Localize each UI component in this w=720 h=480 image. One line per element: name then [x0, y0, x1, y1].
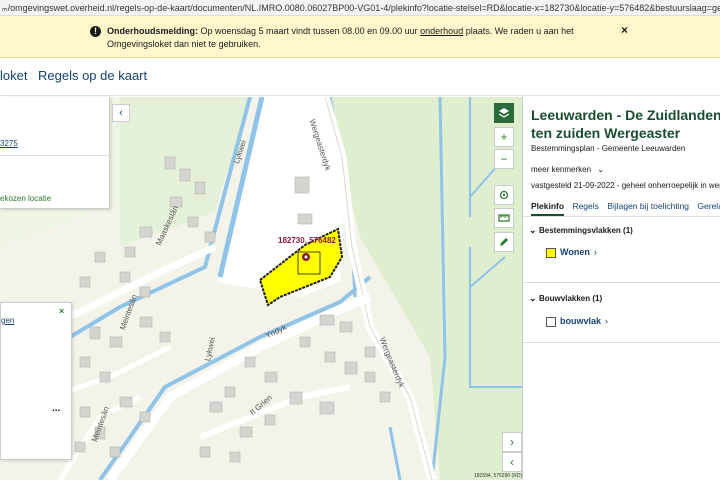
- chevron-right-icon: ›: [605, 316, 609, 326]
- item-label: bouwvlak: [560, 316, 602, 326]
- more-features-label: meer kenmerken: [531, 165, 592, 174]
- warning-icon: !: [90, 26, 101, 37]
- nav-item-loket[interactable]: loket: [0, 68, 27, 83]
- notice-link[interactable]: onderhoud: [420, 26, 463, 36]
- close-icon[interactable]: ×: [621, 23, 628, 37]
- plan-info-panel: Leeuwarden - De Zuidlanden woning ten zu…: [522, 97, 720, 480]
- tab-gerelateerd[interactable]: Gerelateerd: [697, 201, 720, 211]
- plan-status: vastgesteld 21-09-2022 - geheel onherroe…: [531, 181, 720, 190]
- chevron-right-icon: ›: [593, 247, 597, 257]
- list-item[interactable]: bouwvlak ›: [546, 316, 608, 327]
- color-swatch: [546, 316, 556, 327]
- notice-bold: Onderhoudsmelding:: [107, 26, 198, 36]
- nav-item-regels-op-de-kaart[interactable]: Regels op de kaart: [38, 68, 147, 83]
- close-icon[interactable]: ×: [59, 306, 64, 316]
- tab-plekinfo[interactable]: Plekinfo: [531, 201, 565, 216]
- chevron-down-icon: ⌄: [597, 165, 604, 174]
- divider: [0, 155, 110, 156]
- divider: [523, 342, 720, 343]
- more-options-icon[interactable]: ...: [52, 403, 60, 414]
- parcel-number[interactable]: 3275: [0, 139, 18, 148]
- divider: [523, 282, 720, 283]
- left-panel: 3275 ekozen locatie: [0, 97, 110, 209]
- chosen-location-link[interactable]: ekozen locatie: [0, 194, 51, 203]
- zoom-in-button[interactable]: +: [494, 127, 514, 147]
- zoom-out-button[interactable]: −: [494, 149, 514, 169]
- more-features-toggle[interactable]: meer kenmerken ⌄: [531, 165, 604, 174]
- section-heading: Bestemmingsvlakken (1): [539, 226, 633, 235]
- divider: [523, 216, 720, 217]
- coordinate-label: 182730, 576482: [278, 236, 336, 245]
- layers-icon[interactable]: [494, 103, 514, 123]
- notice-message: Onderhoudsmelding: Op woensdag 5 maart v…: [107, 25, 607, 51]
- tab-regels[interactable]: Regels: [572, 201, 598, 211]
- measure-icon[interactable]: [494, 208, 514, 228]
- legend-label[interactable]: gen: [1, 316, 14, 325]
- plan-tabs: Plekinfo Regels Bijlagen bij toelichting…: [531, 201, 720, 216]
- maintenance-notice: ! Onderhoudsmelding: Op woensdag 5 maart…: [0, 16, 720, 58]
- locate-icon[interactable]: [494, 185, 514, 205]
- draw-icon[interactable]: [494, 232, 514, 252]
- section-heading: Bouwvlakken (1): [539, 294, 603, 303]
- color-swatch: [546, 247, 556, 258]
- collapse-right-button[interactable]: ‹: [502, 452, 522, 472]
- item-label: Wonen: [560, 247, 590, 257]
- plan-subtitle: Bestemmingsplan - Gemeente Leeuwarden: [531, 144, 686, 153]
- tab-bijlagen[interactable]: Bijlagen bij toelichting: [607, 201, 689, 211]
- legend-panel: gen × ...: [0, 302, 72, 460]
- top-navigation: loket Regels op de kaart: [0, 58, 720, 96]
- map-scale: 182594, 576390 (RD): [474, 473, 523, 479]
- notice-text-before: Op woensdag 5 maart vindt tussen 08.00 e…: [198, 26, 421, 36]
- expand-right-button[interactable]: ›: [502, 432, 522, 452]
- plan-title: Leeuwarden - De Zuidlanden woning ten zu…: [531, 107, 720, 141]
- collapse-panel-button[interactable]: ‹: [112, 104, 130, 122]
- chevron-down-icon: ⌄: [529, 225, 537, 235]
- address-bar[interactable]: ₘ/omgevingswet.overheid.nl/regels-op-de-…: [0, 0, 720, 16]
- list-item[interactable]: Wonen ›: [546, 247, 597, 258]
- chevron-down-icon: ⌄: [529, 293, 537, 303]
